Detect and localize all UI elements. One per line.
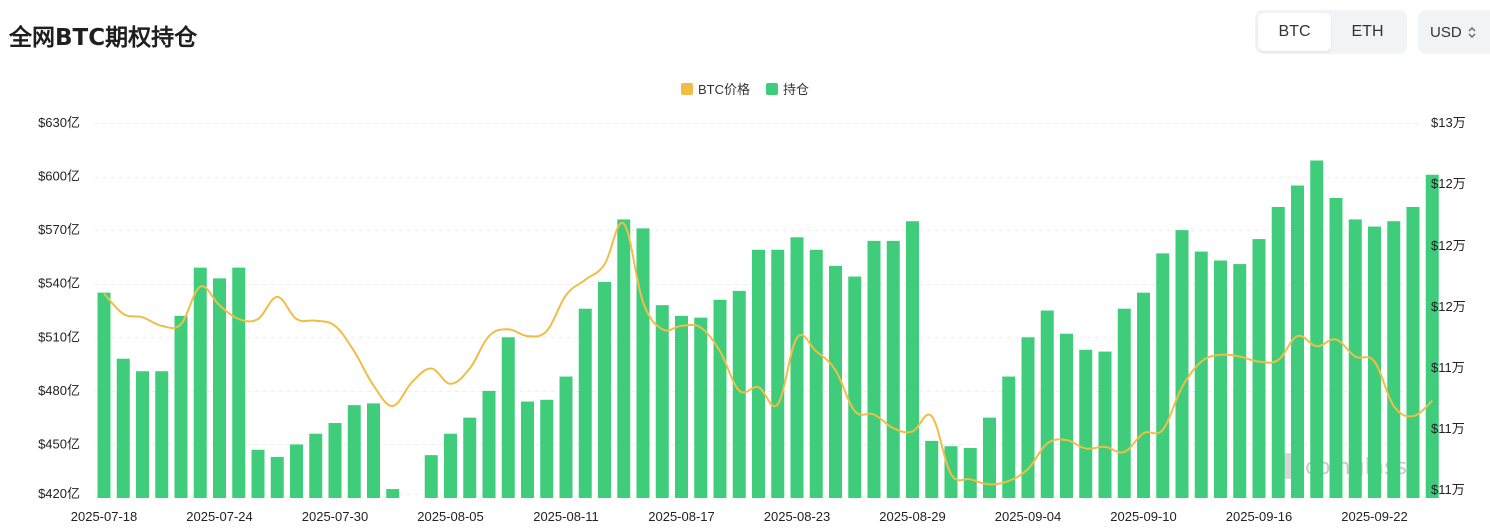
y-left-tick: $450亿 xyxy=(38,436,80,451)
oi-bar xyxy=(501,337,515,498)
x-axis: 2025-07-18 2025-07-24 2025-07-30 2025-08-05… xyxy=(71,509,1408,524)
oi-bar xyxy=(1079,349,1093,498)
x-tick: 2025-08-17 xyxy=(648,509,715,524)
y-right-tick: $12万 xyxy=(1431,299,1466,314)
oi-bar xyxy=(578,308,592,498)
oi-bar xyxy=(925,440,939,498)
oi-bar xyxy=(521,401,534,498)
y-right-tick: $11万 xyxy=(1431,482,1465,497)
x-tick: 2025-09-16 xyxy=(1226,509,1293,524)
oi-bar xyxy=(636,228,650,498)
oi-bar xyxy=(174,315,188,498)
oi-bar xyxy=(867,240,881,498)
oi-bar xyxy=(1387,221,1401,498)
open-interest-chart: coinglass $420亿$450亿$480亿$510亿$540亿$570亿… xyxy=(38,115,1466,524)
oi-bar xyxy=(655,305,669,498)
x-tick: 2025-07-18 xyxy=(71,509,138,524)
oi-bar xyxy=(1291,185,1304,498)
x-tick: 2025-07-30 xyxy=(302,509,369,524)
oi-bar xyxy=(424,455,438,498)
x-tick: 2025-09-04 xyxy=(995,509,1062,524)
oi-bar xyxy=(1252,239,1266,499)
oi-bar xyxy=(1425,174,1439,499)
oi-bar xyxy=(675,315,688,498)
bars xyxy=(97,160,1439,499)
oi-bar xyxy=(752,249,765,498)
y-left-tick: $570亿 xyxy=(38,222,80,237)
oi-bar xyxy=(963,448,977,498)
oi-bar xyxy=(1310,160,1324,498)
y-left-tick: $480亿 xyxy=(38,383,80,398)
oi-bar xyxy=(309,433,323,498)
y-left-tick: $420亿 xyxy=(38,486,80,501)
oi-bar xyxy=(328,423,342,498)
oi-bar xyxy=(540,399,554,498)
oi-bar xyxy=(367,403,380,498)
y-axis-left: $420亿 $450亿 $480亿 $510亿 $540亿 $570亿 $600亿 $630亿 xyxy=(38,115,80,501)
y-left-tick: $630亿 xyxy=(38,115,80,130)
oi-bar xyxy=(694,317,708,498)
oi-bar xyxy=(1098,351,1112,498)
x-tick: 2025-08-29 xyxy=(879,509,946,524)
oi-bar xyxy=(251,449,265,498)
y-right-tick: $12万 xyxy=(1431,238,1466,253)
oi-bar xyxy=(116,358,130,498)
oi-bar xyxy=(771,249,785,498)
oi-bar xyxy=(136,371,149,498)
oi-bar xyxy=(482,390,496,498)
oi-bar xyxy=(213,278,226,498)
y-left-tick: $540亿 xyxy=(38,276,80,291)
oi-bar xyxy=(983,417,996,498)
y-right-tick: $13万 xyxy=(1431,115,1466,130)
oi-bar xyxy=(598,281,611,498)
oi-bar xyxy=(559,376,573,498)
oi-bar xyxy=(617,219,631,498)
oi-bar xyxy=(1214,260,1227,498)
oi-bar xyxy=(193,267,207,498)
oi-bar xyxy=(809,249,823,498)
oi-bar xyxy=(886,240,900,498)
price-line xyxy=(103,221,1433,486)
oi-bar xyxy=(444,433,457,498)
x-tick: 2025-07-24 xyxy=(186,509,253,524)
oi-bar xyxy=(1406,206,1420,498)
y-right-tick: $11万 xyxy=(1431,360,1465,375)
oi-bar xyxy=(1329,198,1343,498)
y-left-tick: $600亿 xyxy=(38,169,80,184)
oi-bar xyxy=(347,405,361,498)
oi-bar xyxy=(790,237,804,499)
oi-bar xyxy=(463,417,477,498)
oi-bar xyxy=(97,292,111,498)
oi-bar xyxy=(1156,253,1170,498)
y-right-tick: $11万 xyxy=(1431,421,1465,436)
oi-bar xyxy=(829,265,842,498)
oi-bar xyxy=(1233,264,1247,498)
oi-bar xyxy=(1175,230,1189,498)
oi-bar xyxy=(906,221,919,498)
oi-bar xyxy=(155,371,169,498)
oi-bar xyxy=(270,456,284,498)
y-left-tick: $510亿 xyxy=(38,329,80,344)
y-right-tick: $12万 xyxy=(1431,176,1466,191)
oi-bar xyxy=(713,299,727,498)
oi-bar xyxy=(848,276,862,498)
x-tick: 2025-08-05 xyxy=(417,509,484,524)
oi-bar xyxy=(386,489,400,498)
oi-bar xyxy=(1060,333,1073,498)
oi-bar xyxy=(1040,310,1054,498)
x-tick: 2025-09-10 xyxy=(1110,509,1177,524)
oi-bar xyxy=(732,290,746,498)
oi-bar xyxy=(232,267,246,498)
oi-bar xyxy=(1348,219,1362,498)
oi-bar xyxy=(1194,251,1208,498)
x-tick: 2025-09-22 xyxy=(1341,509,1408,524)
btc-price-line xyxy=(103,221,1433,486)
oi-bar xyxy=(290,444,303,498)
oi-bar xyxy=(1271,206,1285,498)
x-tick: 2025-08-11 xyxy=(533,509,599,524)
x-tick: 2025-08-23 xyxy=(764,509,831,524)
oi-bar xyxy=(1137,292,1150,498)
oi-bar xyxy=(1117,308,1131,498)
